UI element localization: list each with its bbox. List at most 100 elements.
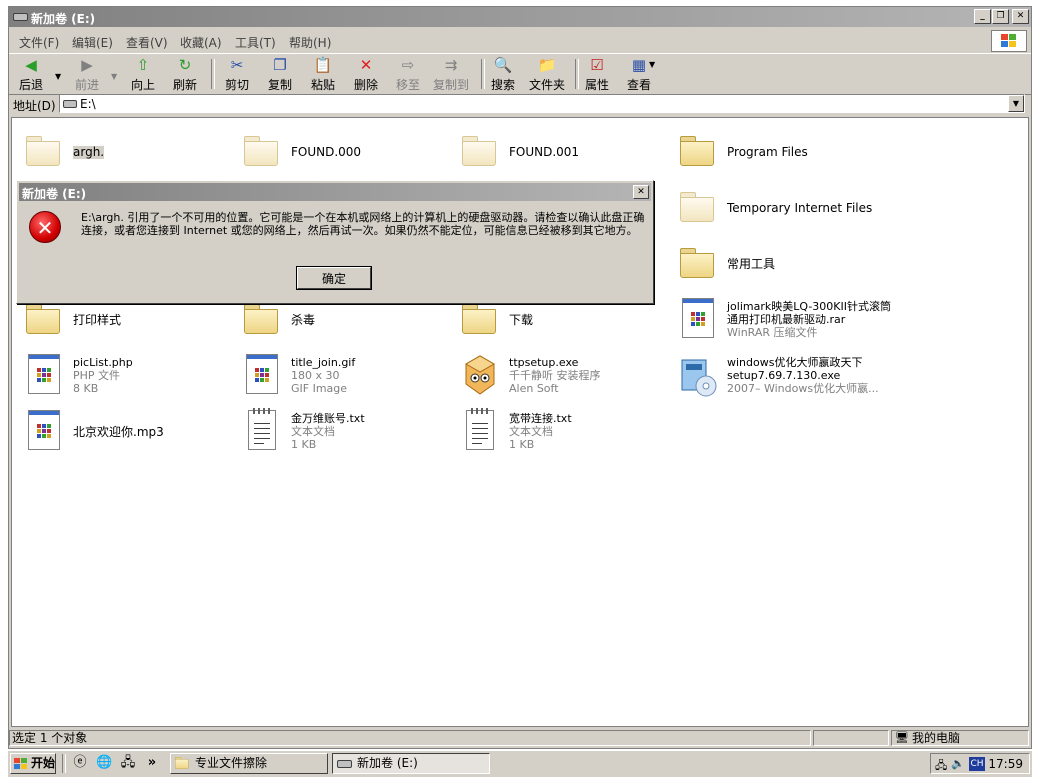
status-empty bbox=[813, 730, 889, 746]
list-item[interactable]: 宽带连接.txt 文本文档 1 KB bbox=[454, 406, 664, 456]
item-name: 下载 bbox=[509, 313, 534, 327]
item-name: 金万维账号.txt 文本文档 1 KB bbox=[291, 412, 365, 451]
item-name: 打印样式 bbox=[73, 313, 122, 327]
status-location: 🖥 我的电脑 bbox=[891, 730, 1029, 746]
folder-icon bbox=[678, 130, 716, 170]
forward-button[interactable]: ▶ 前进 bbox=[73, 56, 101, 93]
item-name: ttpsetup.exe 千千静听 安装程序 Alen Soft bbox=[509, 356, 601, 395]
network-tray-icon[interactable]: 🖧 bbox=[935, 757, 949, 772]
folder-icon bbox=[460, 130, 498, 170]
paste-button[interactable]: 📋 粘贴 bbox=[309, 56, 337, 93]
maximize-button[interactable]: ❐ bbox=[992, 9, 1009, 24]
copy-to-icon: ⇉ bbox=[444, 56, 458, 74]
status-selection: 选定 1 个对象 bbox=[9, 730, 811, 746]
minimize-button[interactable]: _ bbox=[974, 9, 991, 24]
properties-button[interactable]: ☑ 属性 bbox=[583, 56, 611, 93]
network-icon[interactable]: 🖧 bbox=[120, 755, 136, 771]
clock[interactable]: 17:59 bbox=[988, 757, 1023, 771]
error-icon: ✕ bbox=[29, 211, 61, 243]
drive-icon bbox=[13, 13, 28, 21]
menu-file[interactable]: 文件(F) bbox=[19, 34, 59, 51]
php-file-icon bbox=[24, 354, 62, 394]
back-arrow-icon: ◀ bbox=[25, 56, 37, 74]
delete-x-icon: ✕ bbox=[359, 56, 373, 74]
refresh-icon: ↻ bbox=[178, 56, 192, 74]
item-name: 宽带连接.txt 文本文档 1 KB bbox=[509, 412, 572, 451]
list-item[interactable]: Program Files bbox=[672, 126, 882, 176]
views-icon: ▦ bbox=[631, 56, 647, 74]
folder-icon bbox=[460, 298, 498, 338]
folders-button[interactable]: 📁 文件夹 bbox=[527, 56, 567, 93]
menu-edit[interactable]: 编辑(E) bbox=[72, 34, 113, 51]
up-button[interactable]: ⇧ 向上 bbox=[129, 56, 157, 93]
item-name: Temporary Internet Files bbox=[727, 201, 873, 215]
folder-icon bbox=[24, 130, 62, 170]
search-button[interactable]: 🔍 搜索 bbox=[489, 56, 517, 93]
list-item[interactable]: windows优化大师嬴政天下 setup7.69.7.130.exe 2007… bbox=[672, 350, 882, 400]
list-item[interactable]: FOUND.000 bbox=[236, 126, 446, 176]
list-item[interactable]: Temporary Internet Files bbox=[672, 182, 882, 232]
scissors-icon: ✂ bbox=[230, 56, 244, 74]
back-dropdown-icon[interactable]: ▼ bbox=[55, 72, 61, 81]
menu-help[interactable]: 帮助(H) bbox=[289, 34, 331, 51]
address-dropdown-button[interactable]: ▼ bbox=[1008, 95, 1024, 112]
rar-archive-icon bbox=[678, 298, 716, 338]
folder-icon bbox=[678, 186, 716, 226]
list-item[interactable]: argh. bbox=[18, 126, 228, 176]
explorer-window: 新加卷 (E:) _ ❐ ✕ 文件(F) 编辑(E) 查看(V) 收藏(A) 工… bbox=[8, 6, 1032, 749]
address-input[interactable]: E:\ ▼ bbox=[59, 94, 1025, 113]
item-name: FOUND.000 bbox=[291, 145, 362, 159]
move-to-button[interactable]: ⇨ 移至 bbox=[394, 56, 422, 93]
folder-icon bbox=[175, 757, 189, 769]
chevron-right-icon[interactable]: » bbox=[144, 755, 160, 771]
status-bar: 选定 1 个对象 🖥 我的电脑 bbox=[9, 729, 1031, 748]
folder-icon bbox=[242, 298, 280, 338]
delete-button[interactable]: ✕ 删除 bbox=[352, 56, 380, 93]
folder-icon bbox=[24, 298, 62, 338]
title-bar[interactable]: 新加卷 (E:) _ ❐ ✕ bbox=[9, 7, 1031, 27]
ok-button[interactable]: 确定 bbox=[297, 267, 371, 289]
list-item[interactable]: picList.php PHP 文件 8 KB bbox=[18, 350, 228, 400]
dialog-title-bar[interactable]: 新加卷 (E:) ✕ bbox=[19, 183, 651, 201]
taskbar: 开始 ⓔ 🌐 🖧 » 专业文件擦除 新加卷 (E:) 🖧 🔈 CH 17:59 bbox=[8, 750, 1032, 777]
close-button[interactable]: ✕ bbox=[1012, 9, 1029, 24]
list-item[interactable]: 常用工具 bbox=[672, 238, 882, 288]
up-folder-icon: ⇧ bbox=[136, 56, 150, 74]
cut-button[interactable]: ✂ 剪切 bbox=[223, 56, 251, 93]
copy-to-button[interactable]: ⇉ 复制到 bbox=[431, 56, 471, 93]
drive-icon bbox=[63, 100, 77, 108]
ttplayer-installer-icon bbox=[460, 354, 498, 395]
sound-tray-icon[interactable]: 🔈 bbox=[951, 757, 965, 771]
task-drive-e[interactable]: 新加卷 (E:) bbox=[332, 753, 490, 774]
list-item[interactable]: jolimark映美LQ-300KII针式滚筒 通用打印机最新驱动.rar Wi… bbox=[672, 294, 891, 344]
language-indicator[interactable]: CH bbox=[969, 757, 985, 771]
copy-button[interactable]: ❐ 复制 bbox=[266, 56, 294, 93]
list-item[interactable]: title_join.gif 180 x 30 GIF Image bbox=[236, 350, 446, 400]
task-file-eraser[interactable]: 专业文件擦除 bbox=[170, 753, 328, 774]
dialog-close-button[interactable]: ✕ bbox=[633, 185, 649, 199]
properties-icon: ☑ bbox=[590, 56, 604, 74]
start-button[interactable]: 开始 bbox=[10, 753, 56, 774]
ie-icon[interactable]: ⓔ bbox=[72, 755, 88, 771]
menu-tools[interactable]: 工具(T) bbox=[235, 34, 276, 51]
item-name: windows优化大师嬴政天下 setup7.69.7.130.exe 2007… bbox=[727, 356, 879, 395]
forward-dropdown-icon[interactable]: ▼ bbox=[111, 72, 117, 81]
dialog-message: E:\argh. 引用了一个不可用的位置。它可能是一个在本机或网络上的计算机上的… bbox=[81, 211, 645, 237]
views-dropdown-icon[interactable]: ▼ bbox=[649, 60, 655, 69]
refresh-button[interactable]: ↻ 刷新 bbox=[171, 56, 199, 93]
move-to-icon: ⇨ bbox=[401, 56, 415, 74]
address-value: E:\ bbox=[80, 97, 96, 111]
list-item[interactable]: 北京欢迎你.mp3 bbox=[18, 406, 228, 456]
menu-favorites[interactable]: 收藏(A) bbox=[180, 34, 222, 51]
back-button[interactable]: ◀ 后退 bbox=[17, 56, 45, 93]
text-file-icon bbox=[460, 408, 498, 450]
list-item[interactable]: FOUND.001 bbox=[454, 126, 664, 176]
mp3-file-icon bbox=[24, 410, 62, 450]
drive-icon bbox=[337, 757, 352, 769]
globe-icon[interactable]: 🌐 bbox=[96, 755, 112, 771]
list-item[interactable]: 金万维账号.txt 文本文档 1 KB bbox=[236, 406, 446, 456]
forward-arrow-icon: ▶ bbox=[81, 56, 93, 74]
list-item[interactable]: ttpsetup.exe 千千静听 安装程序 Alen Soft bbox=[454, 350, 664, 400]
item-name: 杀毒 bbox=[291, 313, 316, 327]
menu-view[interactable]: 查看(V) bbox=[126, 34, 168, 51]
